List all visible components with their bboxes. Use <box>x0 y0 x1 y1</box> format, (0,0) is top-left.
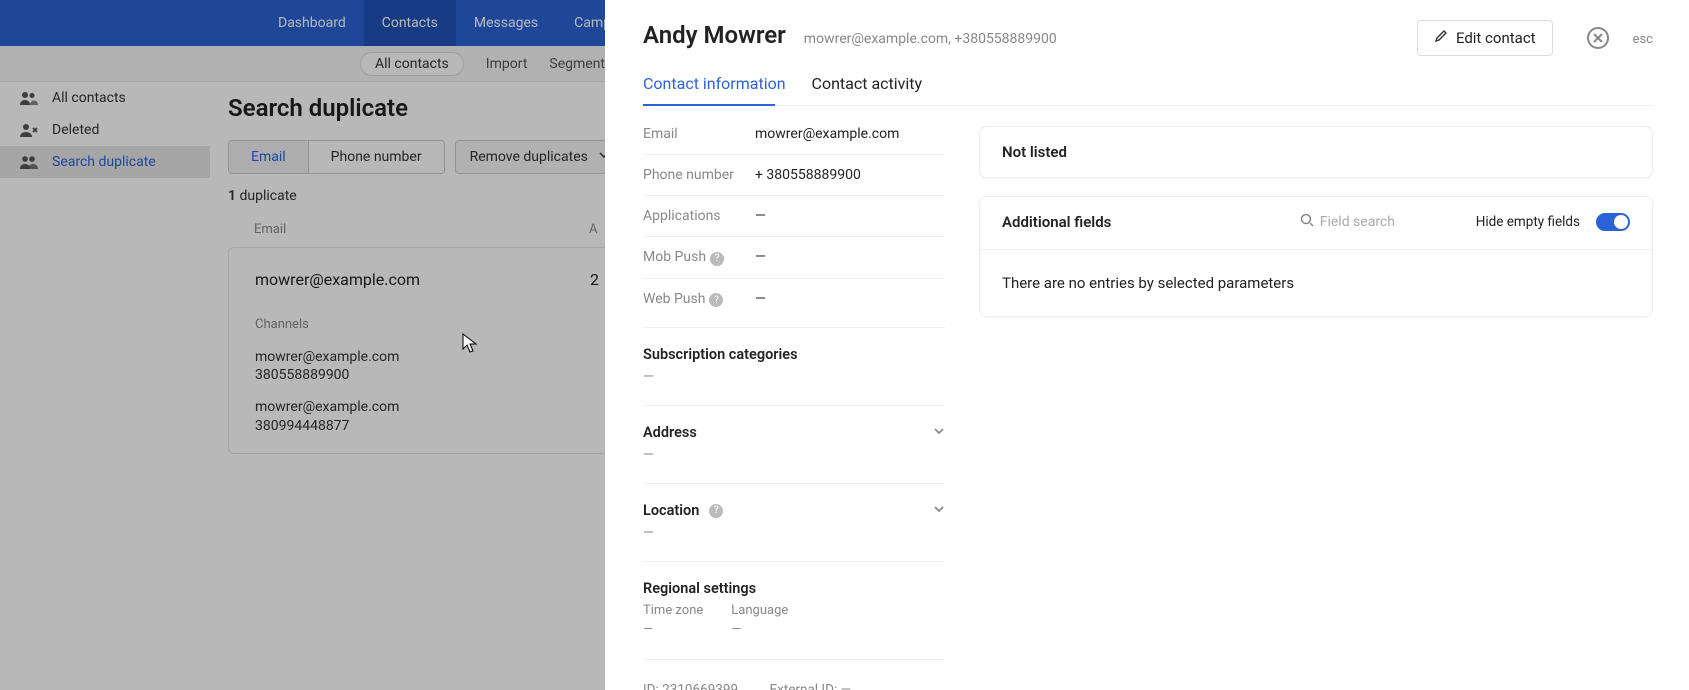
col-2: A <box>589 222 597 237</box>
field-value-web-push: — <box>755 291 945 308</box>
edit-contact-label: Edit contact <box>1456 29 1536 47</box>
sidebar-item-label: All contacts <box>52 90 126 106</box>
filter-phone-number[interactable]: Phone number <box>308 141 444 173</box>
field-value-phone: + 380558889900 <box>755 167 945 183</box>
panel-left-column: Email mowrer@example.com Phone number + … <box>643 126 945 690</box>
subnav-import[interactable]: Import <box>486 56 528 72</box>
not-listed-title: Not listed <box>1002 143 1630 161</box>
search-icon <box>1300 213 1314 231</box>
timezone-value: — <box>643 622 703 637</box>
subnav-all-contacts[interactable]: All contacts <box>360 52 464 76</box>
remove-duplicates-dropdown[interactable]: Remove duplicates <box>455 140 625 174</box>
pencil-icon <box>1434 29 1448 47</box>
regional-settings-section: Regional settings Time zone — Language — <box>643 561 945 637</box>
sidebar-item-label: Deleted <box>52 122 99 138</box>
section-value: — <box>643 525 945 541</box>
field-search-input[interactable] <box>1320 214 1460 230</box>
section-title: Regional settings <box>643 580 945 597</box>
dropdown-label: Remove duplicates <box>470 149 588 165</box>
hide-empty-toggle[interactable] <box>1596 213 1630 231</box>
close-icon <box>1593 33 1603 43</box>
additional-fields-title: Additional fields <box>1002 213 1111 231</box>
edit-contact-button[interactable]: Edit contact <box>1417 20 1553 56</box>
col-email: Email <box>254 222 589 237</box>
esc-label: esc <box>1633 32 1653 47</box>
not-listed-card: Not listed <box>979 126 1653 178</box>
section-title: Address <box>643 424 697 441</box>
subnav-segments[interactable]: Segments <box>549 56 612 72</box>
field-value-email: mowrer@example.com <box>755 126 945 142</box>
contact-id: 2310669399 <box>662 682 738 690</box>
people-duplicate-icon <box>20 155 38 169</box>
section-title: Subscription categories <box>643 346 945 363</box>
sidebar-item-all-contacts[interactable]: All contacts <box>0 82 210 114</box>
field-label-email: Email <box>643 126 755 142</box>
help-icon[interactable]: ? <box>709 293 723 307</box>
dup-email: mowrer@example.com <box>255 262 590 309</box>
nav-contacts[interactable]: Contacts <box>364 0 456 46</box>
chevron-down-icon <box>933 502 945 519</box>
sidebar-item-search-duplicate[interactable]: Search duplicate <box>0 146 210 178</box>
filter-email[interactable]: Email <box>229 141 308 173</box>
nav-dashboard[interactable]: Dashboard <box>260 0 364 46</box>
location-section[interactable]: Location ? — <box>643 483 945 541</box>
chevron-down-icon <box>933 424 945 441</box>
additional-fields-card: Additional fields Hide empty fields Ther… <box>979 196 1653 317</box>
sidebar-item-deleted[interactable]: Deleted <box>0 114 210 146</box>
field-label-mob-push: Mob Push? <box>643 249 755 266</box>
panel-tabs: Contact information Contact activity <box>643 74 1653 106</box>
subscription-categories-section: Subscription categories — <box>643 327 945 385</box>
field-value-mob-push: — <box>755 249 945 266</box>
filter-type-group: Email Phone number <box>228 140 445 174</box>
section-value: — <box>643 447 945 463</box>
tab-contact-information[interactable]: Contact information <box>643 74 786 105</box>
contact-meta: ID: 2310669399 Source: Manual External I… <box>643 659 945 690</box>
contact-external-id: — <box>841 682 852 690</box>
people-icon <box>20 91 38 105</box>
field-search[interactable] <box>1300 213 1460 231</box>
field-label-phone: Phone number <box>643 167 755 183</box>
sidebar: All contacts Deleted Search duplicate <box>0 82 210 178</box>
help-icon[interactable]: ? <box>710 252 724 266</box>
sidebar-item-label: Search duplicate <box>52 154 156 170</box>
dup-count: 2 <box>590 262 599 309</box>
contact-subtitle: mowrer@example.com, +380558889900 <box>804 31 1057 47</box>
contact-panel: Andy Mowrer mowrer@example.com, +3805588… <box>605 0 1689 690</box>
timezone-label: Time zone <box>643 603 703 618</box>
help-icon[interactable]: ? <box>709 504 723 518</box>
field-label-applications: Applications <box>643 208 755 224</box>
language-value: — <box>731 622 788 637</box>
tab-contact-activity[interactable]: Contact activity <box>812 74 923 105</box>
contact-name: Andy Mowrer <box>643 21 786 49</box>
nav-messages[interactable]: Messages <box>456 0 556 46</box>
no-entries-message: There are no entries by selected paramet… <box>980 249 1652 300</box>
field-label-web-push: Web Push? <box>643 291 755 308</box>
person-x-icon <box>20 123 38 137</box>
close-panel-button[interactable] <box>1587 27 1609 49</box>
section-value: — <box>643 369 945 385</box>
panel-right-column: Not listed Additional fields Hide empty … <box>979 126 1653 690</box>
section-title: Location <box>643 502 699 519</box>
field-value-applications: — <box>755 208 945 224</box>
hide-empty-label: Hide empty fields <box>1476 214 1580 230</box>
language-label: Language <box>731 603 788 618</box>
address-section[interactable]: Address — <box>643 405 945 463</box>
